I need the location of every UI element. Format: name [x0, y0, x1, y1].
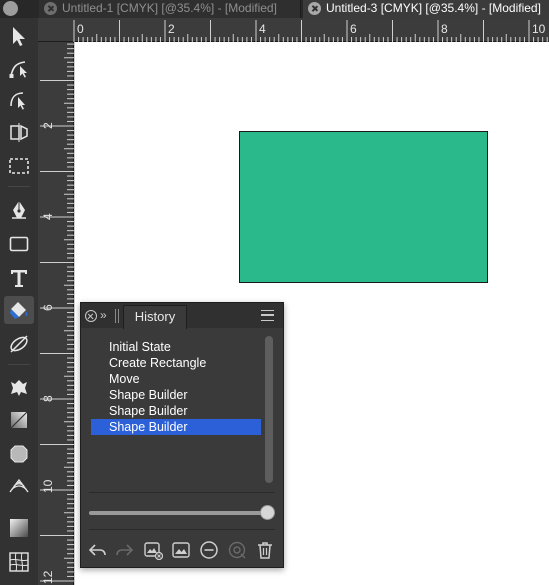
swatch-tool[interactable] — [4, 514, 34, 542]
tab-history[interactable]: History — [123, 305, 187, 329]
history-item[interactable]: Shape Builder — [91, 387, 261, 403]
corner-tool[interactable] — [4, 86, 34, 114]
panel-header: » History — [81, 303, 283, 329]
shape-icon — [10, 445, 28, 463]
ruler-label: 6 — [350, 22, 357, 36]
ruler-label: 4 — [259, 22, 266, 36]
move-tool[interactable] — [4, 22, 34, 50]
mesh-tool[interactable] — [4, 548, 34, 576]
toolbar-divider — [8, 364, 30, 365]
marquee-tool[interactable] — [4, 152, 34, 180]
ruler-label: 0 — [77, 22, 84, 36]
history-list: Initial State Create Rectangle Move Shape B… — [91, 339, 261, 435]
snapshot-button[interactable] — [169, 539, 193, 561]
panel-grip-icon[interactable] — [115, 309, 119, 323]
pen-tool[interactable] — [4, 196, 34, 224]
ruler-label: 8 — [441, 22, 448, 36]
place-icon — [11, 380, 27, 396]
horizontal-ruler[interactable]: 0 2 4 6 8 10 — [38, 18, 549, 42]
text-tool[interactable] — [4, 264, 34, 292]
history-panel: » History Initial State Create Rectangle M… — [80, 302, 284, 568]
paint-bucket-icon — [10, 302, 28, 319]
transparency-icon — [10, 335, 28, 353]
ruler-label: 10 — [41, 479, 55, 493]
document-tab-bar: Untitled-1 [CMYK] [@35.4%] - [Modified] … — [0, 0, 549, 18]
minus-circle-icon — [200, 541, 218, 559]
rectangle-tool[interactable] — [4, 230, 34, 258]
history-item[interactable]: Shape Builder — [91, 403, 261, 419]
tools-panel — [0, 18, 38, 585]
arrow-pointer-icon — [13, 27, 25, 46]
history-slider-track[interactable] — [89, 511, 269, 515]
place-tool[interactable] — [4, 374, 34, 402]
ruler-label: 6 — [41, 304, 55, 311]
gradient-icon — [10, 411, 28, 429]
history-item[interactable]: Create Rectangle — [91, 355, 261, 371]
ruler-label: 2 — [168, 22, 175, 36]
delete-button[interactable] — [253, 539, 277, 561]
fill-tool[interactable] — [4, 296, 34, 324]
redo-button[interactable] — [113, 539, 137, 561]
tab-close-icon[interactable] — [308, 2, 321, 15]
transform-tool[interactable] — [4, 118, 34, 146]
close-icon[interactable] — [3, 1, 18, 16]
rectangle-icon — [9, 236, 29, 252]
toolbar-divider — [8, 186, 30, 187]
panel-divider — [89, 492, 275, 493]
history-item[interactable]: Initial State — [91, 339, 261, 355]
shape-tool[interactable] — [4, 440, 34, 468]
pen-icon — [12, 201, 26, 219]
transparency-tool[interactable] — [4, 330, 34, 358]
transform-icon — [10, 123, 28, 142]
node-tool[interactable] — [4, 54, 34, 82]
history-scrollbar[interactable] — [265, 336, 273, 483]
text-icon — [11, 270, 27, 287]
tab-close-icon[interactable] — [44, 2, 57, 15]
panel-divider — [89, 529, 275, 530]
history-slider-thumb[interactable] — [260, 505, 275, 520]
vertical-ruler[interactable]: 2 4 6 8 10 12 — [38, 42, 74, 585]
perspective-icon — [9, 478, 29, 493]
undo-button[interactable] — [85, 539, 109, 561]
ruler-label: 8 — [41, 395, 55, 402]
corner-icon — [10, 92, 25, 110]
document-tab-untitled-1[interactable]: Untitled-1 [CMYK] [@35.4%] - [Modified] — [39, 0, 301, 18]
ruler-label: 2 — [41, 122, 55, 129]
history-item[interactable]: Shape Builder — [91, 419, 261, 435]
ruler-label: 4 — [41, 213, 55, 220]
trash-icon — [258, 542, 272, 559]
remove-button[interactable] — [197, 539, 221, 561]
gradient-tool[interactable] — [4, 406, 34, 434]
panel-menu-icon[interactable] — [261, 310, 274, 321]
swatch-icon — [10, 519, 28, 537]
ruler-label: 10 — [532, 22, 546, 36]
target-button[interactable] — [225, 539, 249, 561]
snapshot-icon — [172, 542, 190, 558]
tab-title: Untitled-3 [CMYK] [@35.4%] - [Modified] — [326, 1, 541, 15]
ruler-label: 12 — [41, 570, 55, 584]
collapse-icon[interactable]: » — [100, 308, 107, 322]
node-pointer-icon — [9, 61, 27, 78]
snapshot-delete-icon — [144, 542, 163, 560]
undo-icon — [88, 544, 106, 556]
green-rectangle-shape[interactable] — [239, 131, 488, 283]
marquee-icon — [9, 158, 29, 174]
tab-title: Untitled-1 [CMYK] [@35.4%] - [Modified] — [62, 1, 277, 15]
document-tab-untitled-3[interactable]: Untitled-3 [CMYK] [@35.4%] - [Modified] — [303, 0, 549, 18]
snapshot-delete-button[interactable] — [141, 539, 165, 561]
history-item[interactable]: Move — [91, 371, 261, 387]
target-icon — [228, 541, 246, 559]
redo-icon — [116, 544, 134, 556]
mesh-icon — [9, 552, 29, 572]
panel-close-icon[interactable] — [85, 310, 97, 322]
perspective-tool[interactable] — [4, 472, 34, 500]
artboard-edge — [74, 42, 75, 585]
